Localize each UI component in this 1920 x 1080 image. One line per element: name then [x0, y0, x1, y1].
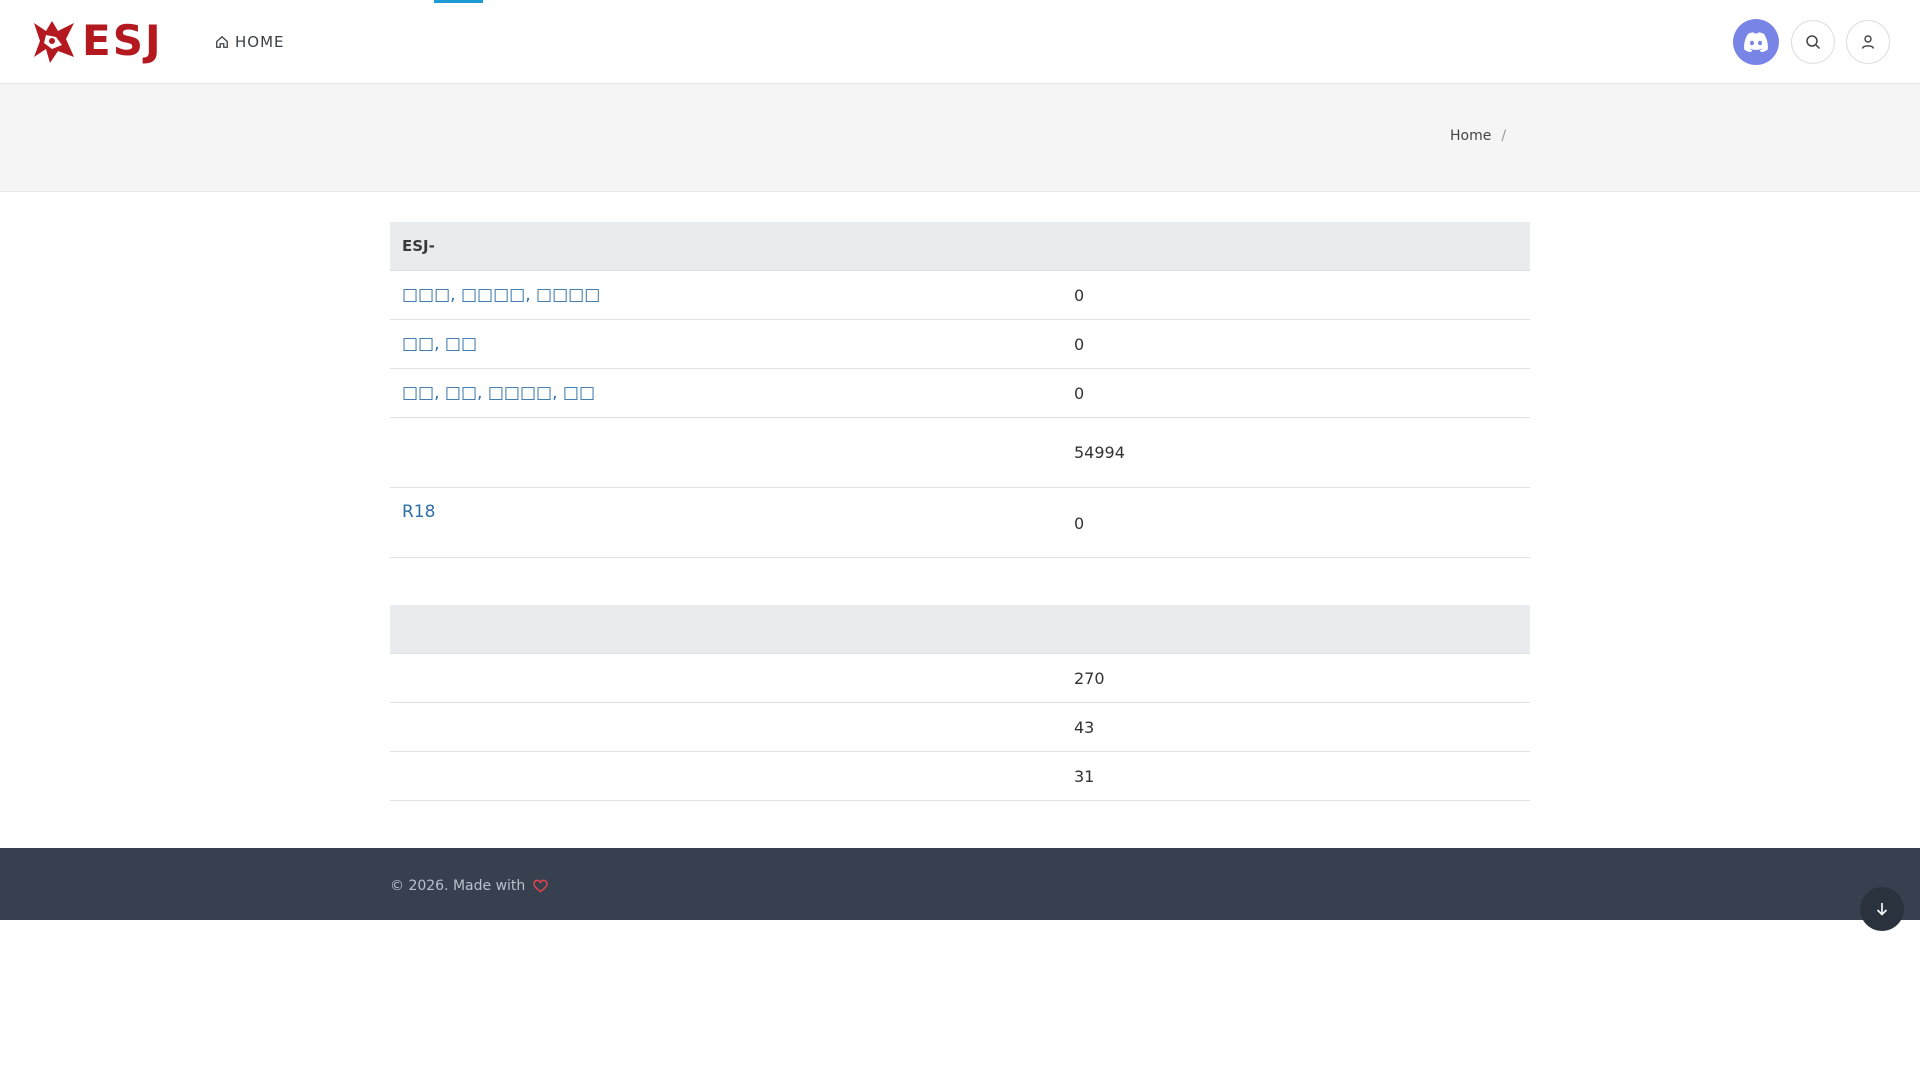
breadcrumb-separator: /: [1501, 128, 1507, 144]
table-cell-value: 0: [1074, 514, 1085, 533]
discord-button[interactable]: [1733, 19, 1779, 65]
table-row: 270: [390, 654, 1530, 703]
table-cell-value: 0: [1074, 334, 1085, 354]
site-header: ESJ HOME: [0, 0, 1920, 84]
site-footer: [0, 848, 1920, 920]
breadcrumb-home[interactable]: Home: [1450, 128, 1491, 144]
table-header: [390, 605, 1530, 654]
table-cell-value: 0: [1074, 383, 1085, 403]
category-link[interactable]: □□□, □□□□, □□□□: [402, 285, 600, 305]
table-cell-value: 270: [1074, 668, 1105, 688]
search-icon: [1806, 35, 1821, 50]
table-row: □□, □□, □□□□, □□ 0: [390, 369, 1530, 418]
nav-home-link[interactable]: HOME: [215, 30, 285, 54]
discord-icon: [1744, 32, 1768, 52]
stats-table-1: ESJ- □□□, □□□□, □□□□ 0 □□, □□ 0 □□, □□, …: [390, 222, 1530, 558]
table-cell-value: 31: [1074, 766, 1095, 786]
breadcrumb: Home /: [1450, 128, 1506, 144]
nav-active-indicator: [434, 0, 483, 3]
footer-text: © 2026. Made with: [390, 878, 526, 894]
footer-copyright: © 2026. Made with: [390, 878, 549, 894]
category-link-r18[interactable]: R18: [402, 502, 435, 522]
stats-table-2: 270 43 31: [390, 605, 1530, 801]
breadcrumb-band: [0, 84, 1920, 192]
table-cell-value: 54994: [1074, 443, 1125, 462]
table-cell-value: 0: [1074, 285, 1085, 305]
home-icon: [216, 35, 228, 48]
table-cell-label: [390, 418, 1074, 487]
category-link[interactable]: □□, □□: [402, 334, 477, 354]
table-row: □□□, □□□□, □□□□ 0: [390, 271, 1530, 320]
heart-icon: [533, 879, 549, 893]
category-link[interactable]: □□, □□, □□□□, □□: [402, 383, 595, 403]
arrow-down-icon: [1876, 903, 1888, 916]
table-row: 54994: [390, 418, 1530, 488]
logo-text: ESJ: [82, 16, 163, 65]
table-row: R18 0: [390, 488, 1530, 558]
table-row: □□, □□ 0: [390, 320, 1530, 369]
user-icon: [1861, 35, 1875, 49]
nav-home-label: HOME: [235, 33, 285, 51]
search-button[interactable]: [1791, 20, 1835, 64]
table-cell-value: 43: [1074, 717, 1095, 737]
site-logo[interactable]: ESJ: [30, 17, 163, 65]
user-button[interactable]: [1846, 20, 1890, 64]
scroll-down-button[interactable]: [1860, 887, 1904, 931]
table-header: ESJ-: [390, 222, 1530, 271]
logo-mark-icon: [34, 21, 74, 63]
table-row: 31: [390, 752, 1530, 801]
table-row: 43: [390, 703, 1530, 752]
